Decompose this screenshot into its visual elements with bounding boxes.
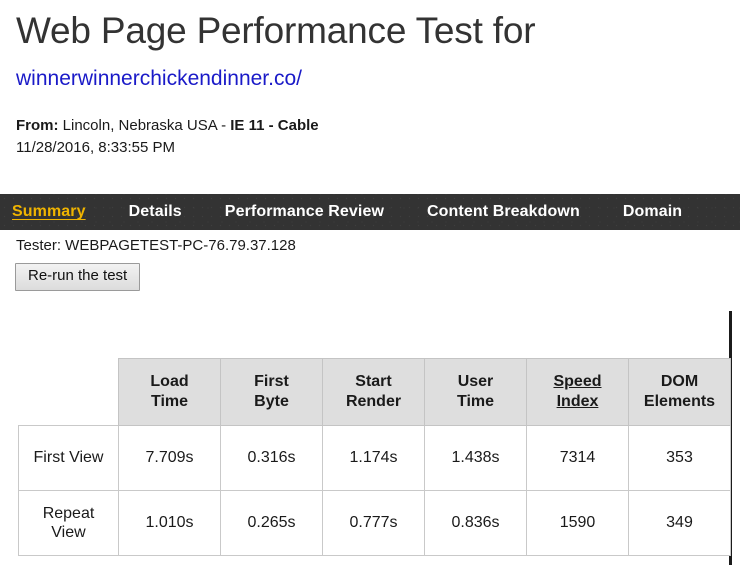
performance-results-table: Load Time First Byte Start Render User T… <box>18 358 731 556</box>
cell-first-view-user-time: 1.438s <box>424 425 527 491</box>
column-header-user-time: User Time <box>424 358 527 426</box>
test-location-line: From: Lincoln, Nebraska USA - IE 11 - Ca… <box>16 116 740 136</box>
tested-url-link[interactable]: winnerwinnerchickendinner.co/ <box>16 67 302 90</box>
cell-first-view-load-time: 7.709s <box>118 425 221 491</box>
cell-first-view-start-render: 1.174s <box>322 425 425 491</box>
cell-first-view-dom-elements: 353 <box>628 425 731 491</box>
results-table-container: Load Time First Byte Start Render User T… <box>18 358 731 556</box>
from-label: From: <box>16 116 59 134</box>
column-header-user-time-line1: User <box>457 373 494 390</box>
row-label-repeat-view: Repeat View <box>18 490 119 556</box>
column-header-start-render: Start Render <box>322 358 425 426</box>
from-config: IE 11 - Cable <box>230 116 319 134</box>
row-label-first-view: First View <box>18 425 119 491</box>
results-table-head: Load Time First Byte Start Render User T… <box>18 358 731 426</box>
cell-first-view-first-byte: 0.316s <box>220 425 323 491</box>
cell-repeat-view-first-byte: 0.265s <box>220 490 323 556</box>
column-header-dom-elements: DOM Elements <box>628 358 731 426</box>
column-header-start-render-line2: Render <box>345 393 402 410</box>
column-header-first-byte-line2: Byte <box>254 393 289 410</box>
primary-nav: Summary Details Performance Review Conte… <box>0 194 740 230</box>
from-location: Lincoln, Nebraska USA - <box>58 116 231 134</box>
column-header-first-byte: First Byte <box>220 358 323 426</box>
column-header-start-render-line1: Start <box>355 373 392 390</box>
column-header-speed-index[interactable]: Speed Index <box>526 358 629 426</box>
column-header-speed-index-line2: Index <box>556 393 599 410</box>
cell-repeat-view-dom-elements: 349 <box>628 490 731 556</box>
re-run-test-button[interactable]: Re-run the test <box>15 263 141 291</box>
cell-repeat-view-speed-index: 1590 <box>526 490 629 556</box>
cell-first-view-speed-index: 7314 <box>526 425 629 491</box>
row-label-repeat-view-line1: Repeat <box>42 504 95 522</box>
column-header-speed-index-line1: Speed <box>553 373 602 390</box>
table-corner-cell <box>18 358 119 426</box>
cell-repeat-view-user-time: 0.836s <box>424 490 527 556</box>
table-row: First View 7.709s 0.316s 1.174s 1.438s 7… <box>18 425 731 491</box>
page-title: Web Page Performance Test for <box>16 10 536 51</box>
row-label-first-view-line1: First View <box>33 449 104 467</box>
nav-tab-summary[interactable]: Summary <box>12 204 86 220</box>
nav-tab-details[interactable]: Details <box>129 204 182 220</box>
table-row: Repeat View 1.010s 0.265s 0.777s 0.836s … <box>18 490 731 556</box>
results-table-body: First View 7.709s 0.316s 1.174s 1.438s 7… <box>18 425 731 556</box>
cell-repeat-view-start-render: 0.777s <box>322 490 425 556</box>
row-label-repeat-view-line2: View <box>51 524 86 541</box>
column-header-user-time-line2: Time <box>456 393 495 410</box>
cell-repeat-view-load-time: 1.010s <box>118 490 221 556</box>
column-header-dom-elements-line1: DOM <box>660 373 699 390</box>
column-header-load-time-line1: Load <box>150 373 189 390</box>
nav-tab-domain[interactable]: Domain <box>623 204 682 220</box>
table-header-row: Load Time First Byte Start Render User T… <box>18 358 731 426</box>
page-header: Web Page Performance Test for winnerwinn… <box>0 0 740 158</box>
tester-info: Tester: WEBPAGETEST-PC-76.79.37.128 <box>16 237 296 254</box>
nav-tab-content-breakdown[interactable]: Content Breakdown <box>427 204 580 220</box>
nav-items-container: Summary Details Performance Review Conte… <box>0 194 740 230</box>
column-header-dom-elements-line2: Elements <box>643 393 716 410</box>
column-header-load-time-line2: Time <box>150 393 189 410</box>
test-timestamp: 11/28/2016, 8:33:55 PM <box>16 138 176 156</box>
column-header-first-byte-line1: First <box>254 373 289 390</box>
nav-tab-performance-review[interactable]: Performance Review <box>225 204 384 220</box>
column-header-load-time: Load Time <box>118 358 221 426</box>
